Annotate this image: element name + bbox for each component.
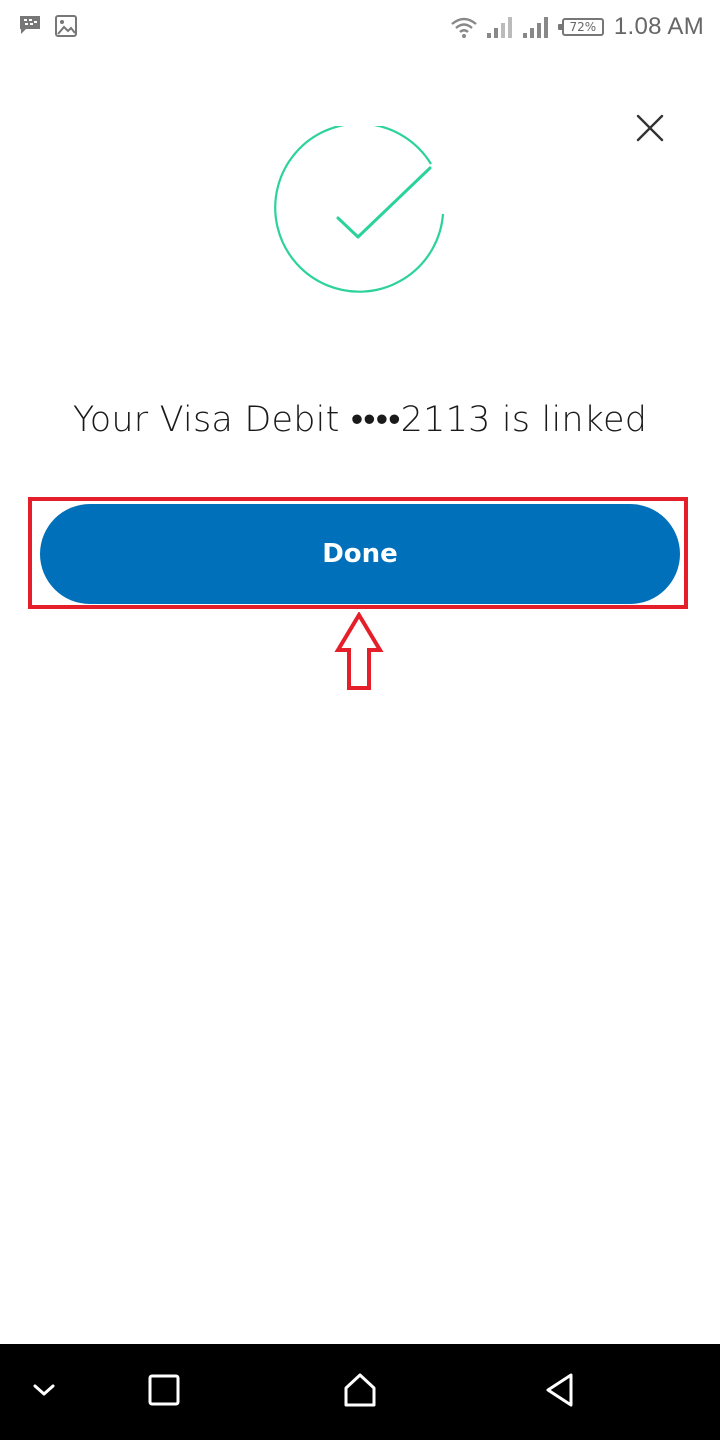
battery-icon: 72% [557, 18, 604, 36]
image-icon [54, 14, 78, 38]
home-icon [342, 1372, 378, 1412]
nav-hide-button[interactable] [20, 1368, 68, 1416]
signal-icon-2 [522, 15, 550, 39]
close-button[interactable] [626, 106, 674, 154]
signal-icon-1 [486, 15, 514, 39]
check-circle-icon [270, 122, 450, 306]
nav-home-button[interactable] [336, 1368, 384, 1416]
status-time: 1.08 AM [613, 13, 704, 40]
close-icon [636, 114, 664, 146]
screen: 72% 1.08 AM Your Visa Debit ••••2113 is … [0, 0, 720, 1440]
back-icon [543, 1372, 577, 1412]
status-bar: 72% 1.08 AM [0, 0, 720, 54]
chevron-down-icon [31, 1381, 57, 1403]
recents-icon [147, 1373, 181, 1411]
wifi-icon [450, 15, 478, 39]
done-button[interactable]: Done [40, 504, 680, 604]
nav-recents-button[interactable] [140, 1368, 188, 1416]
up-arrow-annotation-icon [334, 611, 384, 692]
nav-back-button[interactable] [536, 1368, 584, 1416]
status-right: 72% 1.08 AM [450, 10, 704, 44]
battery-percent: 72% [569, 20, 597, 34]
bbm-icon [18, 14, 42, 36]
navigation-bar [0, 1344, 720, 1440]
linked-confirmation-message: Your Visa Debit ••••2113 is linked [72, 400, 648, 440]
